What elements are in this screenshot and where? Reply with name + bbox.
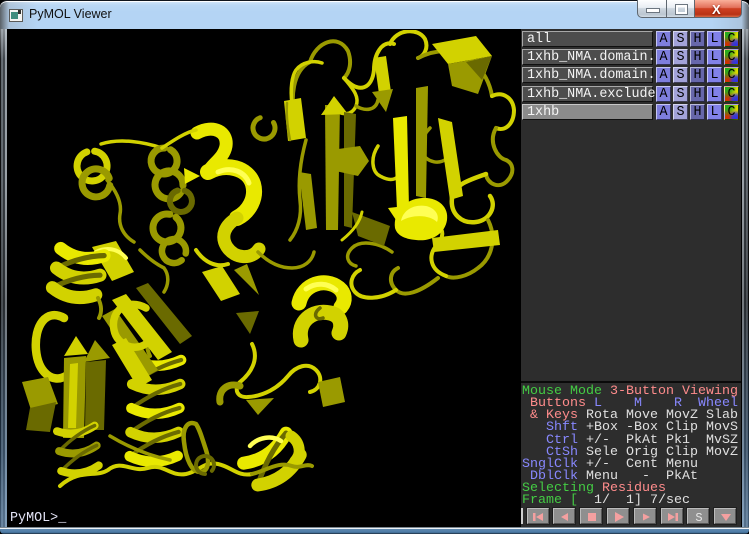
svg-text:S: S xyxy=(696,511,703,525)
